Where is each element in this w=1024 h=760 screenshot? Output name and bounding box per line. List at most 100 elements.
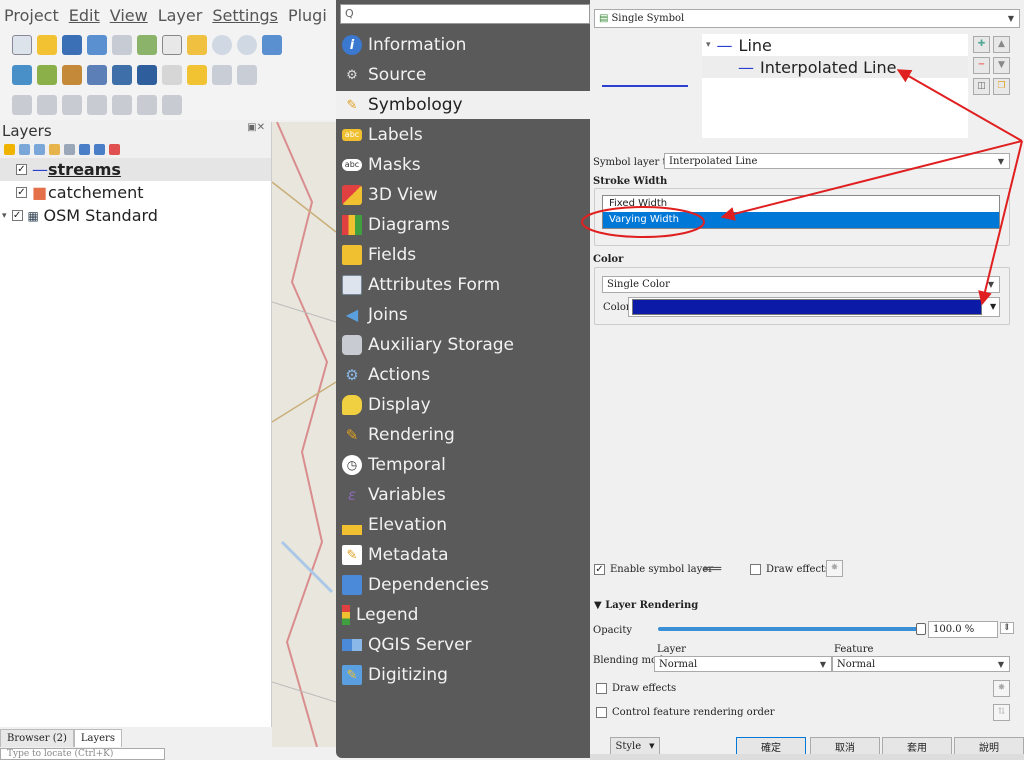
nav-item-source[interactable]: ⚙ Source bbox=[336, 61, 590, 89]
nav-item-qgis-server[interactable]: QGIS Server bbox=[336, 631, 590, 659]
manage-themes-icon[interactable] bbox=[34, 143, 45, 155]
edit-pencil-icon[interactable] bbox=[187, 65, 207, 85]
nav-item-attributes-form[interactable]: Attributes Form bbox=[336, 271, 590, 299]
checkbox-box[interactable] bbox=[596, 707, 607, 718]
filter-expression-icon[interactable] bbox=[64, 143, 75, 155]
nav-item-symbology[interactable]: ✎ Symbology bbox=[336, 91, 590, 119]
width-mode-dropdown[interactable]: Fixed Width Varying Width bbox=[602, 195, 1000, 229]
menu-settings[interactable]: Settings bbox=[212, 6, 278, 25]
nav-item-rendering[interactable]: ✎ Rendering bbox=[336, 421, 590, 449]
menu-project[interactable]: Project bbox=[4, 6, 59, 25]
nav-item-auxiliary-storage[interactable]: Auxiliary Storage bbox=[336, 331, 590, 359]
lock-color-icon[interactable]: ◫ bbox=[973, 78, 990, 95]
effects-star-icon[interactable]: ✸ bbox=[993, 680, 1010, 697]
layer-checkbox[interactable]: ✓ bbox=[11, 210, 23, 221]
add-mesh-icon[interactable] bbox=[162, 65, 182, 85]
nav-item-masks[interactable]: abc Masks bbox=[336, 151, 590, 179]
open-attribute-table-icon[interactable] bbox=[112, 95, 132, 115]
nav-item-joins[interactable]: ◀ Joins bbox=[336, 301, 590, 329]
deselect-icon[interactable] bbox=[62, 95, 82, 115]
draw-effects-rendering-checkbox[interactable]: Draw effects bbox=[596, 683, 676, 694]
add-group-icon[interactable] bbox=[19, 143, 30, 155]
pan-to-selection-icon[interactable] bbox=[187, 35, 207, 55]
nav-item-elevation[interactable]: Elevation bbox=[336, 511, 590, 539]
tree-row-interpolated-line[interactable]: — Interpolated Line bbox=[702, 56, 968, 78]
sort-order-icon[interactable]: ⇅ bbox=[993, 704, 1010, 721]
layer-row-osm-standard[interactable]: ▾ ✓ ▦ OSM Standard bbox=[0, 204, 271, 227]
pan-icon[interactable] bbox=[162, 35, 182, 55]
option-varying-width[interactable]: Varying Width bbox=[603, 212, 999, 228]
duplicate-icon[interactable]: ❐ bbox=[993, 78, 1010, 95]
help-button[interactable]: 說明 bbox=[954, 737, 1024, 755]
tree-row-line[interactable]: ▾ — Line bbox=[702, 34, 968, 56]
layer-row-streams[interactable]: ✓ — streams bbox=[0, 158, 271, 181]
filter-legend-icon[interactable] bbox=[49, 143, 60, 155]
opacity-slider[interactable] bbox=[658, 627, 924, 631]
menu-plugins[interactable]: Plugi bbox=[288, 6, 327, 25]
add-delimited-icon[interactable] bbox=[62, 65, 82, 85]
effects-star-icon[interactable]: ✸ bbox=[826, 560, 843, 577]
add-symbol-layer-icon[interactable]: ✚ bbox=[973, 36, 990, 53]
chevron-down-icon[interactable]: ▼ bbox=[990, 302, 996, 311]
field-calculator-icon[interactable] bbox=[137, 95, 157, 115]
tab-browser[interactable]: Browser (2) bbox=[0, 729, 74, 747]
identify-icon[interactable] bbox=[87, 95, 107, 115]
apply-button[interactable]: 套用 bbox=[882, 737, 952, 755]
layer-checkbox[interactable]: ✓ bbox=[16, 164, 27, 175]
map-canvas[interactable] bbox=[272, 122, 336, 747]
locator-search-input[interactable]: Type to locate (Ctrl+K) bbox=[0, 748, 165, 760]
zoom-in-icon[interactable] bbox=[212, 35, 232, 55]
ok-button[interactable]: 確定 bbox=[736, 737, 806, 755]
feature-blend-select[interactable]: Normal ▼ bbox=[832, 656, 1010, 672]
layer-blend-select[interactable]: Normal ▼ bbox=[654, 656, 832, 672]
nav-item-display[interactable]: Display bbox=[336, 391, 590, 419]
opacity-slider-handle[interactable] bbox=[916, 623, 926, 635]
enable-symbol-layer-checkbox[interactable]: ✓ Enable symbol layer bbox=[594, 564, 713, 575]
nav-item-temporal[interactable]: ◷ Temporal bbox=[336, 451, 590, 479]
nav-item-legend[interactable]: Legend bbox=[336, 601, 590, 629]
menu-view[interactable]: View bbox=[110, 6, 148, 25]
zoom-out-icon[interactable] bbox=[237, 35, 257, 55]
style-button[interactable]: Style ▼ bbox=[610, 737, 660, 755]
add-raster-icon[interactable] bbox=[137, 65, 157, 85]
zoom-full-icon[interactable] bbox=[262, 35, 282, 55]
menu-edit[interactable]: Edit bbox=[69, 6, 100, 25]
nav-item-labels[interactable]: abc Labels bbox=[336, 121, 590, 149]
add-vector-icon[interactable] bbox=[37, 65, 57, 85]
style-layer-icon[interactable] bbox=[4, 143, 15, 155]
checkbox-box[interactable] bbox=[750, 564, 761, 575]
layer-row-catchement[interactable]: ✓ ■ catchement bbox=[0, 181, 271, 204]
nav-item-diagrams[interactable]: Diagrams bbox=[336, 211, 590, 239]
nav-item-3d-view[interactable]: 3D View bbox=[336, 181, 590, 209]
move-down-icon[interactable]: ▼ bbox=[993, 57, 1010, 74]
print-layout-icon[interactable] bbox=[112, 35, 132, 55]
draw-effects-checkbox[interactable]: Draw effects bbox=[750, 564, 830, 575]
layer-rendering-header[interactable]: ▼ Layer Rendering bbox=[594, 600, 698, 611]
expand-all-icon[interactable] bbox=[79, 143, 90, 155]
move-up-icon[interactable]: ▲ bbox=[993, 36, 1010, 53]
digitize-icon[interactable] bbox=[237, 65, 257, 85]
add-wms-icon[interactable] bbox=[112, 65, 132, 85]
checkbox-box[interactable] bbox=[596, 683, 607, 694]
add-layer-icon[interactable] bbox=[12, 65, 32, 85]
nav-item-actions[interactable]: ⚙ Actions bbox=[336, 361, 590, 389]
symbol-layer-type-select[interactable]: Interpolated Line ▼ bbox=[664, 153, 1010, 169]
nav-item-digitizing[interactable]: ✎ Digitizing bbox=[336, 661, 590, 689]
nav-item-metadata[interactable]: ✎ Metadata bbox=[336, 541, 590, 569]
nav-item-dependencies[interactable]: Dependencies bbox=[336, 571, 590, 599]
expand-arrow-icon[interactable]: ▾ bbox=[2, 211, 7, 221]
collapse-all-icon[interactable] bbox=[94, 143, 105, 155]
option-fixed-width[interactable]: Fixed Width bbox=[603, 196, 999, 212]
open-project-icon[interactable] bbox=[37, 35, 57, 55]
opacity-spinbox[interactable]: 100.0 % bbox=[928, 621, 998, 638]
data-defined-override-icon[interactable]: ⟸ bbox=[702, 561, 722, 577]
tab-layers[interactable]: Layers bbox=[73, 729, 122, 747]
properties-search-input[interactable]: Q bbox=[340, 4, 590, 24]
select-features-icon[interactable] bbox=[12, 95, 32, 115]
color-mode-select[interactable]: Single Color ▼ bbox=[602, 276, 1000, 293]
statistics-icon[interactable] bbox=[162, 95, 182, 115]
color-swatch[interactable] bbox=[632, 299, 982, 315]
collapse-arrow-icon[interactable]: ▾ bbox=[706, 40, 711, 50]
control-rendering-order-checkbox[interactable]: Control feature rendering order bbox=[596, 707, 775, 718]
renderer-select[interactable]: ▤ Single Symbol ▼ bbox=[594, 9, 1020, 28]
